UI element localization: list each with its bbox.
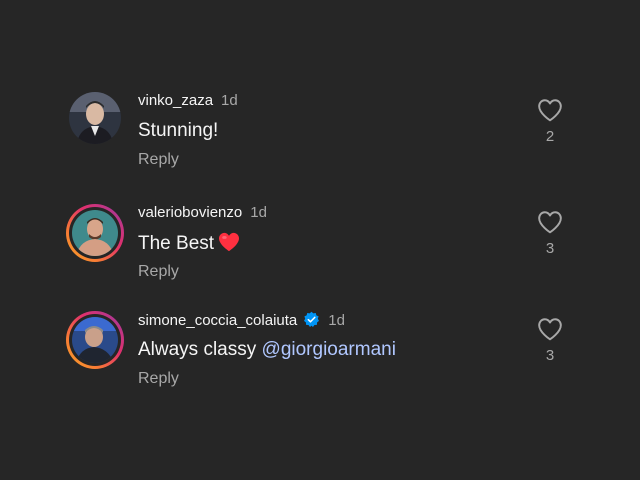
comment-item: vinko_zaza 1d Stunning! Reply 2: [0, 90, 640, 190]
comment-body: Always classy: [138, 339, 262, 360]
verified-badge-icon: [304, 311, 320, 327]
avatar[interactable]: [66, 204, 124, 262]
comment-meta: vinko_zaza 1d: [138, 92, 238, 109]
reply-button[interactable]: Reply: [138, 370, 179, 388]
comment-meta: valeriobovienzo 1d: [138, 204, 267, 221]
reply-button[interactable]: Reply: [138, 151, 179, 169]
like-count: 3: [545, 347, 555, 364]
heart-outline-icon: [538, 211, 562, 234]
avatar[interactable]: [66, 311, 124, 369]
avatar-image: [69, 92, 121, 144]
comment-text: Stunning!: [138, 120, 218, 142]
avatar-image: [72, 210, 118, 256]
avatar[interactable]: [69, 92, 121, 144]
like-count: 3: [545, 240, 555, 257]
reply-button[interactable]: Reply: [138, 263, 179, 281]
username[interactable]: simone_coccia_colaiuta: [138, 312, 297, 329]
username[interactable]: valeriobovienzo: [138, 204, 242, 221]
comment-item: valeriobovienzo 1d The Best Reply 3: [0, 202, 640, 302]
timestamp: 1d: [250, 204, 267, 221]
timestamp: 1d: [221, 92, 238, 109]
like-button[interactable]: [537, 210, 563, 234]
comment-meta: simone_coccia_colaiuta 1d: [138, 311, 345, 329]
like-button[interactable]: [537, 317, 563, 341]
comment-text: The Best: [138, 232, 240, 255]
comment-item: simone_coccia_colaiuta 1d Always classy @…: [0, 309, 640, 409]
timestamp: 1d: [328, 312, 345, 329]
like-button[interactable]: [537, 98, 563, 122]
avatar-image: [72, 317, 118, 363]
heart-outline-icon: [538, 99, 562, 122]
username[interactable]: vinko_zaza: [138, 92, 213, 109]
mention-link[interactable]: @giorgioarmani: [262, 339, 396, 360]
like-count: 2: [545, 128, 555, 145]
comment-body: The Best: [138, 233, 215, 254]
comment-text: Always classy @giorgioarmani: [138, 339, 396, 361]
comment-body: Stunning!: [138, 120, 219, 141]
red-heart-icon: [219, 232, 240, 252]
heart-outline-icon: [538, 318, 562, 341]
